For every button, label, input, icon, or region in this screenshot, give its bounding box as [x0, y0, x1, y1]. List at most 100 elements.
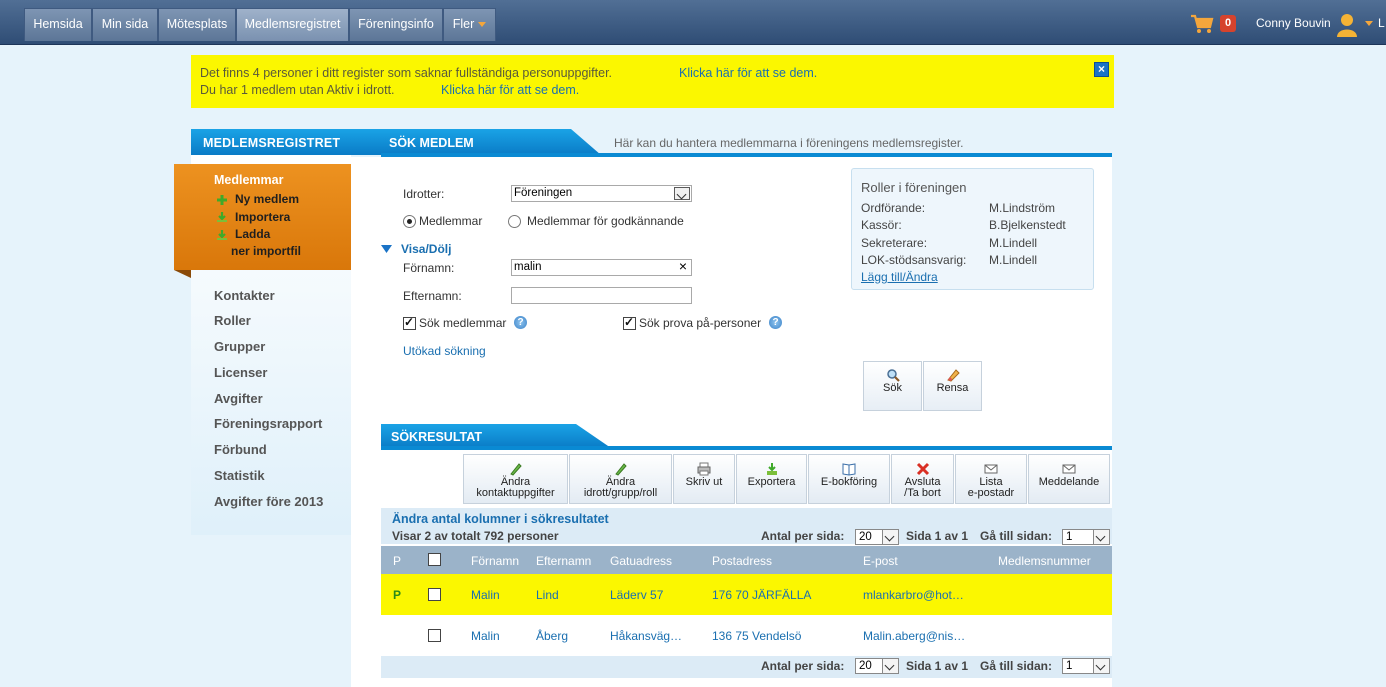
chevron-down-icon[interactable]	[1365, 21, 1373, 26]
message-button[interactable]: Meddelande	[1028, 454, 1110, 504]
per-page-value: 20	[859, 531, 872, 543]
column-header-p[interactable]: P	[393, 554, 401, 568]
sidebar-item-ladda-cont[interactable]: ner importfil	[231, 244, 301, 258]
cell-fornamn[interactable]: Malin	[471, 588, 500, 602]
select-all-checkbox[interactable]	[428, 553, 441, 566]
radio-medlemmar[interactable]	[403, 215, 416, 228]
plus-icon	[217, 195, 227, 205]
sidebar-item-avgifter[interactable]: Avgifter	[214, 391, 263, 406]
sidebar-item-forbund[interactable]: Förbund	[214, 442, 267, 457]
cart-icon[interactable]	[1190, 14, 1214, 34]
triangle-down-icon[interactable]	[381, 245, 392, 253]
sidebar-item-roller[interactable]: Roller	[214, 313, 251, 328]
roles-edit-link[interactable]: Lägg till/Ändra	[861, 270, 938, 284]
cell-gatuadress[interactable]: Håkansväg…	[610, 629, 682, 643]
per-page-value: 20	[859, 660, 872, 672]
tab-motesplats[interactable]: Mötesplats	[158, 8, 236, 41]
idrotter-select-value: Föreningen	[514, 187, 573, 199]
goto-select[interactable]: 1	[1062, 529, 1110, 545]
row-checkbox[interactable]	[428, 588, 441, 601]
tab-min-sida[interactable]: Min sida	[92, 8, 158, 41]
help-icon[interactable]: ?	[769, 316, 782, 329]
sidebar-item-grupper[interactable]: Grupper	[214, 339, 265, 354]
change-columns-link[interactable]: Ändra antal kolumner i sökresultatet	[392, 512, 609, 526]
role-label: Ordförande:	[861, 201, 926, 215]
column-header-medlemsnummer[interactable]: Medlemsnummer	[998, 554, 1091, 568]
remove-button[interactable]: Avsluta/Ta bort	[891, 454, 954, 504]
magnifier-icon	[886, 369, 900, 382]
toolbar-label: E-bokföring	[820, 476, 878, 488]
user-icon[interactable]	[1336, 13, 1358, 37]
e-bookkeeping-button[interactable]: E-bokföring	[808, 454, 890, 504]
mail-icon	[1062, 464, 1076, 474]
column-header-efternamn[interactable]: Efternamn	[536, 554, 591, 568]
export-button[interactable]: Exportera	[736, 454, 807, 504]
role-name: M.Lindell	[989, 236, 1038, 250]
per-page-select[interactable]: 20	[855, 529, 899, 545]
sidebar-item-licenser[interactable]: Licenser	[214, 365, 267, 380]
tab-label: Hemsida	[33, 17, 83, 31]
print-button[interactable]: Skriv ut	[673, 454, 735, 504]
idrotter-select[interactable]: Föreningen	[511, 185, 692, 202]
sidebar-item-ny-medlem[interactable]: Ny medlem	[235, 192, 299, 206]
efternamn-label: Efternamn:	[403, 289, 462, 303]
sidebar-fold	[174, 270, 191, 278]
cell-postadress[interactable]: 176 70 JÄRFÄLLA	[712, 588, 811, 602]
fornamn-input[interactable]: malin ×	[511, 259, 692, 276]
tab-label: Medlemsregistret	[244, 17, 341, 31]
email-list-button[interactable]: Lista e-postadr	[955, 454, 1027, 504]
efternamn-input[interactable]	[511, 287, 692, 304]
column-header-epost[interactable]: E-post	[863, 554, 898, 568]
sidebar-item-importera[interactable]: Importera	[235, 210, 290, 224]
download-icon	[217, 230, 227, 240]
eraser-icon	[946, 369, 960, 382]
tab-foreningsinfo[interactable]: Föreningsinfo	[349, 8, 443, 41]
cell-epost[interactable]: mlankarbro@hot…	[863, 588, 964, 602]
help-icon[interactable]: ?	[514, 316, 527, 329]
clear-icon[interactable]: ×	[679, 259, 687, 274]
check-sok-prova[interactable]	[623, 315, 636, 330]
sidebar-item-kontakter[interactable]: Kontakter	[214, 288, 275, 303]
radio-godkannande[interactable]	[508, 215, 521, 228]
clear-button[interactable]: Rensa	[923, 361, 982, 411]
goto-select[interactable]: 1	[1062, 658, 1110, 674]
cell-efternamn[interactable]: Lind	[536, 588, 559, 602]
sidebar-item-statistik[interactable]: Statistik	[214, 468, 265, 483]
sidebar-item-avgifter-fore-2013[interactable]: Avgifter före 2013	[214, 494, 323, 509]
sidebar-header: MEDLEMSREGISTRET	[191, 129, 381, 155]
row-checkbox[interactable]	[428, 629, 441, 642]
tab-fler[interactable]: Fler	[443, 8, 496, 41]
utokad-sokning-link[interactable]: Utökad sökning	[403, 344, 486, 358]
user-name[interactable]: Conny Bouvin	[1256, 16, 1331, 30]
cell-gatuadress[interactable]: Läderv 57	[610, 588, 663, 602]
column-header-fornamn[interactable]: Förnamn	[471, 554, 519, 568]
cell-epost[interactable]: Malin.aberg@nis…	[863, 629, 965, 643]
cell-fornamn[interactable]: Malin	[471, 629, 500, 643]
column-header-postadress[interactable]: Postadress	[712, 554, 772, 568]
sidebar-item-foreningsrapport[interactable]: Föreningsrapport	[214, 416, 322, 431]
sidebar-section-title[interactable]: Medlemmar	[214, 173, 283, 187]
mail-icon	[984, 464, 998, 474]
change-sport-group-role-button[interactable]: Ändra idrott/grupp/roll	[569, 454, 672, 504]
alert-link-1[interactable]: Klicka här för att se dem.	[679, 66, 817, 80]
tab-label: Fler	[452, 17, 475, 31]
logout-link-truncated[interactable]: L	[1378, 16, 1385, 30]
goto-value: 1	[1066, 660, 1073, 672]
alert-link-2[interactable]: Klicka här för att se dem.	[441, 83, 579, 97]
search-button[interactable]: Sök	[863, 361, 922, 411]
tab-medlemsregistret[interactable]: Medlemsregistret	[236, 8, 349, 41]
check-sok-medlemmar[interactable]	[403, 315, 416, 330]
export-icon	[766, 463, 777, 475]
toolbar-label: kontaktuppgifter	[476, 487, 555, 499]
close-icon[interactable]: ×	[1094, 62, 1109, 77]
cell-postadress[interactable]: 136 75 Vendelsö	[712, 629, 801, 643]
chevron-down-icon	[1093, 530, 1109, 544]
tab-hemsida[interactable]: Hemsida	[24, 8, 92, 41]
visa-dolj-toggle[interactable]: Visa/Dölj	[401, 242, 451, 256]
per-page-select[interactable]: 20	[855, 658, 899, 674]
change-contact-button[interactable]: Ändra kontaktuppgifter	[463, 454, 568, 504]
sidebar-item-ladda[interactable]: Ladda	[235, 227, 270, 241]
tab-label: Mötesplats	[166, 17, 228, 31]
cell-efternamn[interactable]: Åberg	[536, 629, 568, 643]
column-header-gatuadress[interactable]: Gatuadress	[610, 554, 672, 568]
